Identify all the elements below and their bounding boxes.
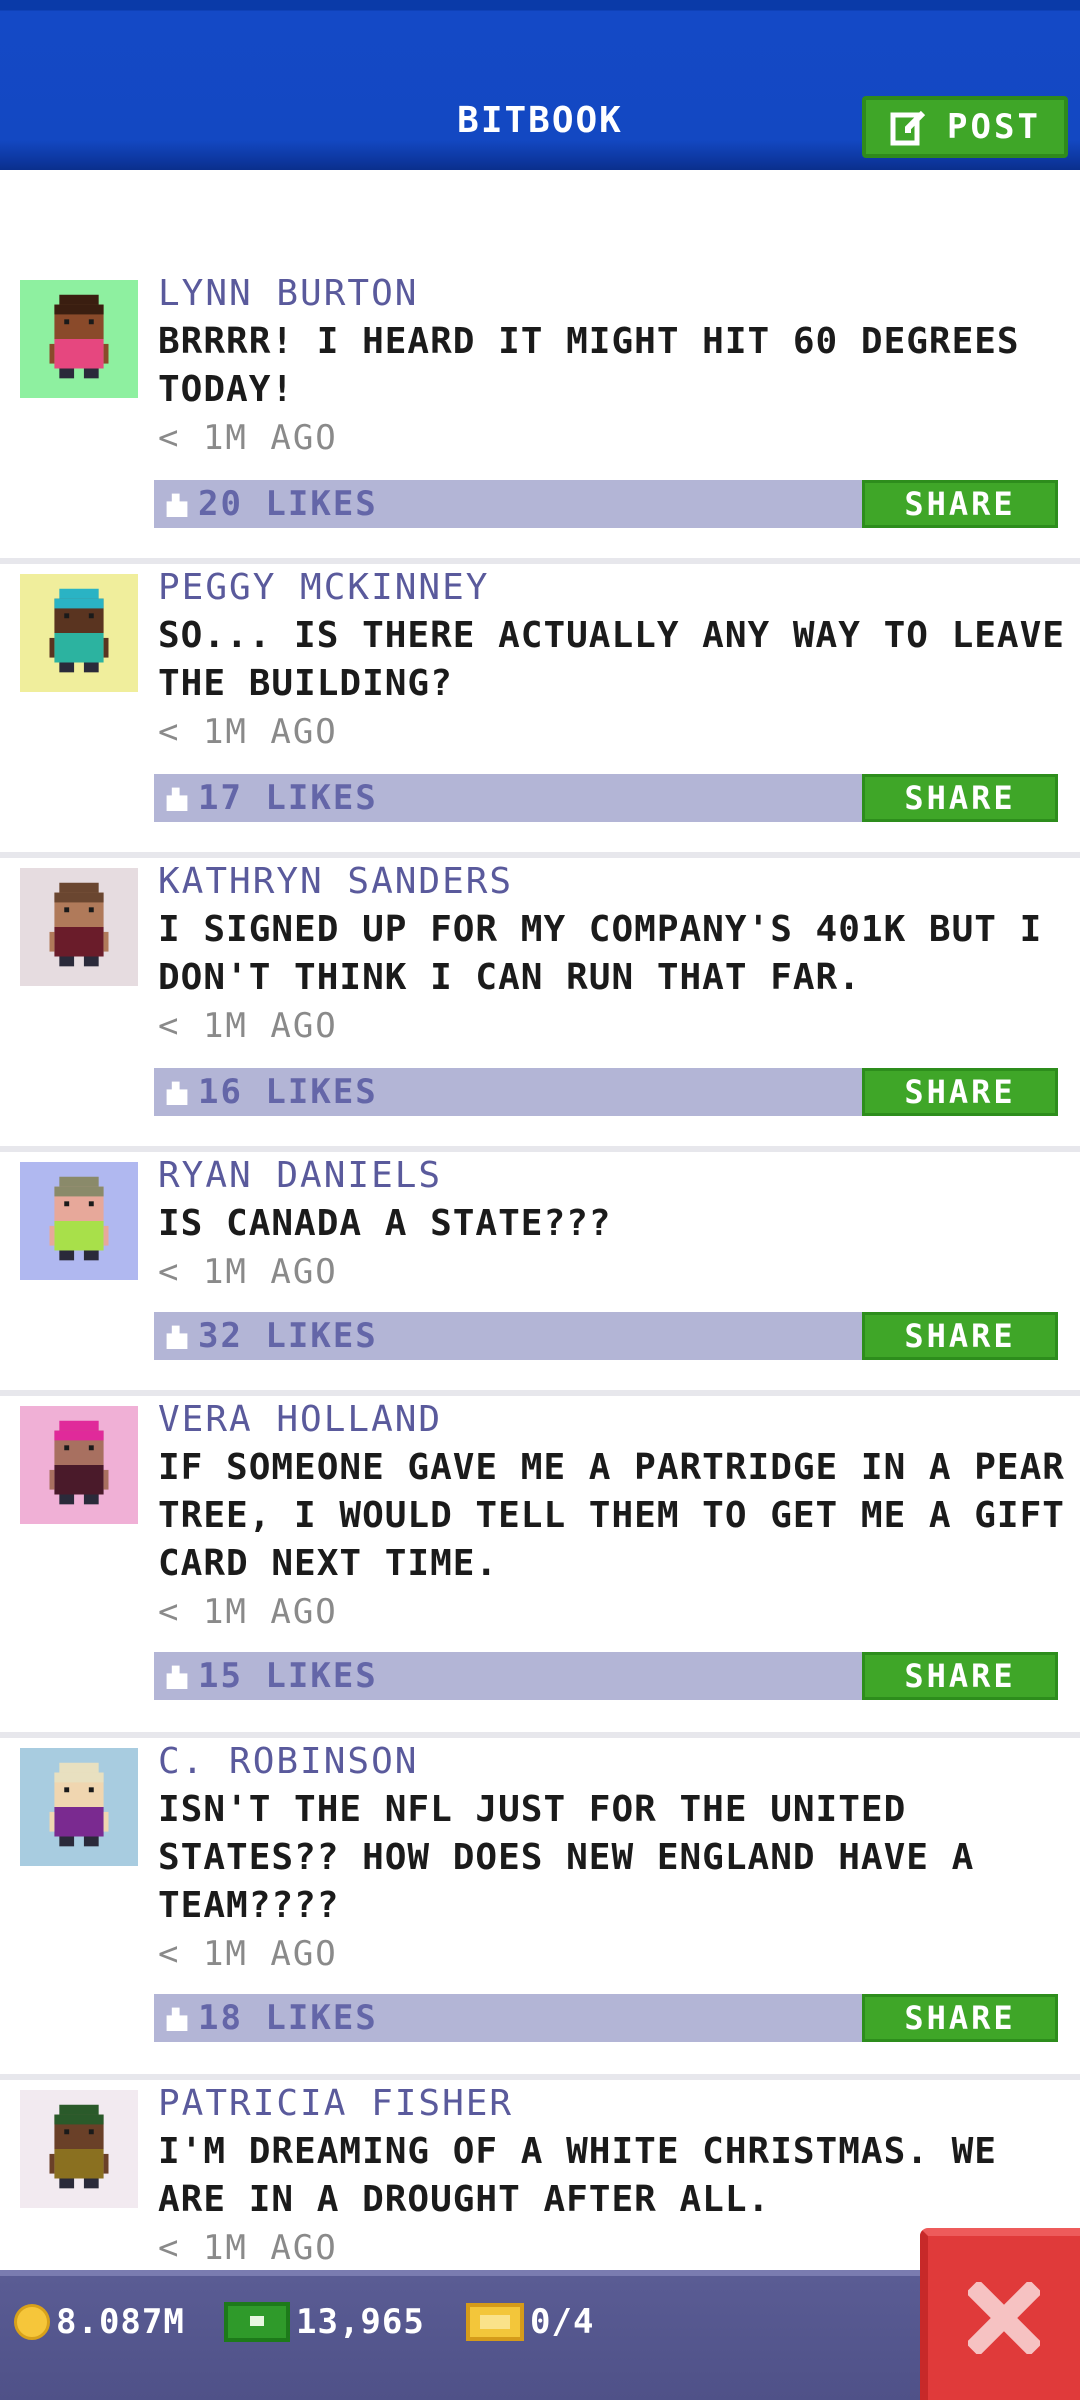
post-text: I SIGNED UP FOR MY COMPANY'S 401K BUT I …: [158, 909, 1043, 998]
post-author[interactable]: KATHRYN SANDERS: [158, 858, 1070, 906]
feed-post: RYAN DANIELS IS CANADA A STATE??? < 1M A…: [0, 1152, 1080, 1396]
tickets-stat[interactable]: 0/4: [466, 2296, 594, 2348]
like-count[interactable]: 17 LIKES: [198, 774, 378, 822]
post-text: SO... IS THERE ACTUALLY ANY WAY TO LEAVE…: [158, 615, 1065, 704]
feed-post: PEGGY MCKINNEY SO... IS THERE ACTUALLY A…: [0, 564, 1080, 858]
feed-post: LYNN BURTON BRRRR! I HEARD IT MIGHT HIT …: [0, 270, 1080, 564]
coin-icon: [14, 2304, 50, 2340]
post-time: < 1M AGO: [158, 1592, 338, 1632]
feed-post: C. ROBINSON ISN'T THE NFL JUST FOR THE U…: [0, 1738, 1080, 2080]
like-bar: 32 LIKES SHARE: [154, 1312, 1058, 1360]
thumbs-up-icon: [166, 2007, 188, 2031]
like-bar: 20 LIKES SHARE: [154, 480, 1058, 528]
avatar-portrait: [20, 574, 138, 692]
avatar-portrait: [20, 1162, 138, 1280]
thumbs-up-icon: [166, 1325, 188, 1349]
post-author[interactable]: PEGGY MCKINNEY: [158, 564, 1070, 612]
avatar-portrait: [20, 868, 138, 986]
post-time: < 1M AGO: [158, 1006, 338, 1046]
share-button[interactable]: SHARE: [862, 480, 1058, 528]
status-bar: 8.087M 13,965 0/4: [0, 2270, 1080, 2400]
like-count[interactable]: 15 LIKES: [198, 1652, 378, 1700]
like-bar: 17 LIKES SHARE: [154, 774, 1058, 822]
ticket-icon: [466, 2303, 524, 2341]
like-bar: 16 LIKES SHARE: [154, 1068, 1058, 1116]
post-text: ISN'T THE NFL JUST FOR THE UNITED STATES…: [158, 1789, 975, 1926]
avatar: [20, 868, 138, 986]
like-count[interactable]: 18 LIKES: [198, 1994, 378, 2042]
post-time: < 1M AGO: [158, 712, 338, 752]
avatar-portrait: [20, 280, 138, 398]
feed-post: VERA HOLLAND IF SOMEONE GAVE ME A PARTRI…: [0, 1396, 1080, 1738]
share-button[interactable]: SHARE: [862, 1994, 1058, 2042]
bux-value: 13,965: [296, 2302, 425, 2342]
post-time: < 1M AGO: [158, 1934, 338, 1974]
post-text: BRRRR! I HEARD IT MIGHT HIT 60 DEGREES T…: [158, 321, 1020, 410]
post-button[interactable]: POST: [862, 96, 1068, 158]
avatar: [20, 1748, 138, 1866]
post-author[interactable]: LYNN BURTON: [158, 270, 1070, 318]
thumbs-up-icon: [166, 787, 188, 811]
tickets-value: 0/4: [530, 2302, 595, 2342]
close-button[interactable]: [920, 2228, 1080, 2400]
post-author[interactable]: RYAN DANIELS: [158, 1152, 1070, 1200]
post-text: I'M DREAMING OF A WHITE CHRISTMAS. WE AR…: [158, 2131, 997, 2220]
avatar: [20, 280, 138, 398]
avatar-portrait: [20, 1748, 138, 1866]
avatar-portrait: [20, 2090, 138, 2208]
bux-icon: [224, 2302, 290, 2342]
post-author[interactable]: C. ROBINSON: [158, 1738, 1070, 1786]
thumbs-up-icon: [166, 493, 188, 517]
avatar: [20, 1406, 138, 1524]
post-time: < 1M AGO: [158, 1252, 338, 1292]
like-count[interactable]: 32 LIKES: [198, 1312, 378, 1360]
coins-stat[interactable]: 8.087M: [14, 2296, 185, 2348]
share-button[interactable]: SHARE: [862, 1312, 1058, 1360]
bux-stat[interactable]: 13,965: [224, 2296, 425, 2348]
close-icon: [968, 2282, 1040, 2354]
post-text: IF SOMEONE GAVE ME A PARTRIDGE IN A PEAR…: [158, 1447, 1065, 1584]
thumbs-up-icon: [166, 1665, 188, 1689]
post-text: IS CANADA A STATE???: [158, 1203, 612, 1244]
avatar: [20, 1162, 138, 1280]
share-button[interactable]: SHARE: [862, 1652, 1058, 1700]
like-count[interactable]: 20 LIKES: [198, 480, 378, 528]
post-button-label: POST: [947, 107, 1041, 147]
feed-post: PATRICIA FISHER I'M DREAMING OF A WHITE …: [0, 2080, 1080, 2270]
share-button[interactable]: SHARE: [862, 1068, 1058, 1116]
thumbs-up-icon: [166, 1081, 188, 1105]
like-bar: 15 LIKES SHARE: [154, 1652, 1058, 1700]
app-header: BITBOOK POST: [0, 0, 1080, 170]
avatar: [20, 574, 138, 692]
avatar-portrait: [20, 1406, 138, 1524]
post-author[interactable]: VERA HOLLAND: [158, 1396, 1070, 1444]
post-author[interactable]: PATRICIA FISHER: [158, 2080, 1070, 2128]
like-bar: 18 LIKES SHARE: [154, 1994, 1058, 2042]
feed-post: KATHRYN SANDERS I SIGNED UP FOR MY COMPA…: [0, 858, 1080, 1152]
share-button[interactable]: SHARE: [862, 774, 1058, 822]
avatar: [20, 2090, 138, 2208]
post-time: < 1M AGO: [158, 418, 338, 458]
like-count[interactable]: 16 LIKES: [198, 1068, 378, 1116]
edit-icon: [890, 110, 926, 146]
bitbook-feed[interactable]: LYNN BURTON BRRRR! I HEARD IT MIGHT HIT …: [0, 170, 1080, 2270]
coins-value: 8.087M: [56, 2302, 185, 2342]
